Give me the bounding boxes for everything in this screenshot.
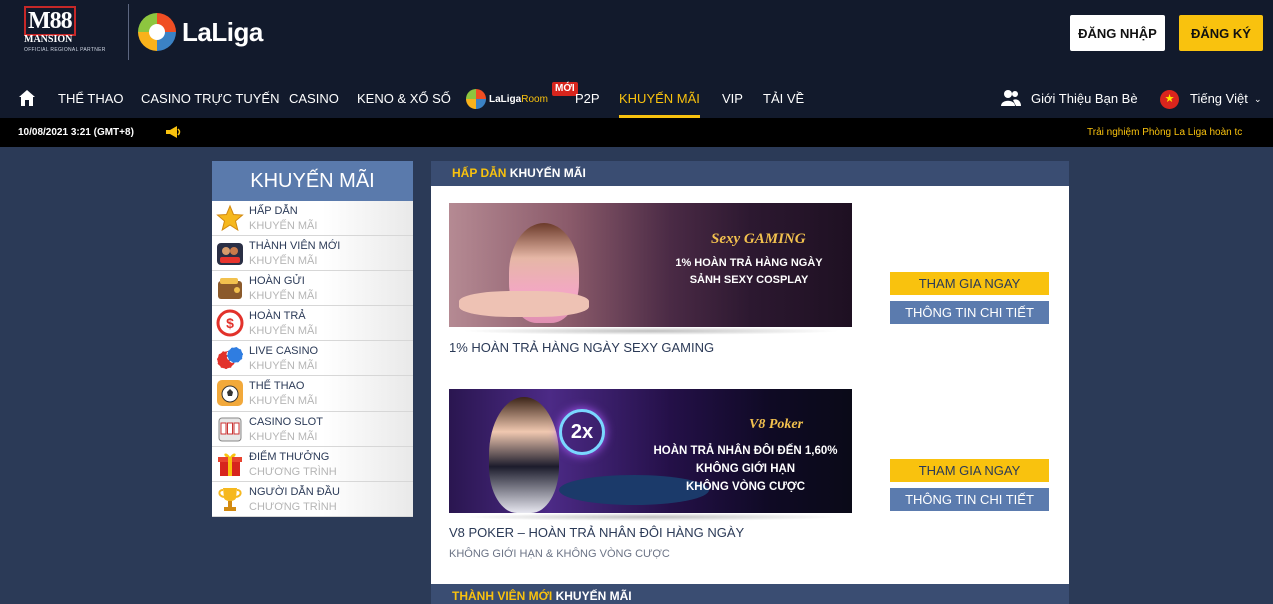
refer-friends-link[interactable]: Giới Thiệu Bạn Bè xyxy=(1031,80,1138,118)
sidebar-item-title: HOÀN GỬI xyxy=(249,275,305,288)
promo-title[interactable]: V8 POKER – HOÀN TRẢ NHÂN ĐÔI HÀNG NGÀY xyxy=(449,525,744,540)
nav-item-p2p[interactable]: P2P xyxy=(575,80,600,118)
sidebar-item-casino-slot[interactable]: CASINO SLOT KHUYẾN MÃI xyxy=(212,411,413,447)
home-icon[interactable] xyxy=(18,89,36,107)
promo-banner-sexy-gaming[interactable]: Sexy GAMING 1% HOÀN TRẢ HÀNG NGÀY SẢNH S… xyxy=(449,203,852,327)
m88-logo-mark: M88 xyxy=(24,6,114,36)
laliga-wordmark: LaLiga xyxy=(182,16,263,47)
more-info-button[interactable]: THÔNG TIN CHI TIẾT xyxy=(890,301,1049,324)
sidebar-item-subtitle: KHUYẾN MÃI xyxy=(249,325,318,338)
sidebar-item-title: ĐIỂM THƯỞNG xyxy=(249,450,330,463)
laliga-logo[interactable]: LaLiga xyxy=(138,12,263,52)
megaphone-icon xyxy=(166,126,181,138)
register-button[interactable]: ĐĂNG KÝ xyxy=(1179,15,1263,51)
join-now-button[interactable]: THAM GIA NGAY xyxy=(890,272,1049,295)
sidebar-item-featured[interactable]: HẤP DẪN KHUYẾN MÃI xyxy=(212,201,413,237)
current-datetime: 10/08/2021 3:21 (GMT+8) xyxy=(18,127,134,138)
banner-model-legs xyxy=(459,291,589,317)
sidebar-item-subtitle: CHƯƠNG TRÌNH xyxy=(249,500,337,513)
nav-item-sports[interactable]: THỂ THAO xyxy=(58,80,124,118)
banner-logo: V8 Poker xyxy=(749,417,804,432)
login-button[interactable]: ĐĂNG NHẬP xyxy=(1070,15,1165,51)
logo-divider xyxy=(128,4,129,60)
sidebar-item-subtitle: KHUYẾN MÃI xyxy=(249,395,318,408)
sidebar-item-title: CASINO SLOT xyxy=(249,415,323,428)
section-header-new-member: THÀNH VIÊN MỚI KHUYẾN MÃI xyxy=(431,584,1069,604)
gift-icon xyxy=(218,453,242,476)
official-partner-label: OFFICIAL REGIONAL PARTNER xyxy=(24,47,106,53)
banner-2x-badge: 2x xyxy=(559,409,605,455)
m88-logo-mansion: MANSION xyxy=(24,34,73,45)
chevron-down-icon[interactable]: ⌄ xyxy=(1254,80,1262,118)
sidebar-item-title: HẤP DẪN xyxy=(249,205,298,217)
sidebar-item-sports[interactable]: THỂ THAO KHUYẾN MÃI xyxy=(212,376,413,412)
sidebar-item-new-member[interactable]: THÀNH VIÊN MỚI KHUYẾN MÃI xyxy=(212,236,413,272)
announcement-marquee[interactable]: Trải nghiệm Phòng La Liga hoàn tc xyxy=(1087,118,1267,147)
star-icon xyxy=(216,204,244,232)
svg-text:$: $ xyxy=(226,315,234,331)
nav-item-casino[interactable]: CASINO xyxy=(289,80,339,118)
new-badge: MỚI xyxy=(552,82,578,96)
laliga-ball-icon xyxy=(138,13,176,51)
sidebar-item-title: NGƯỜI DẪN ĐẦU xyxy=(249,485,340,498)
top-header: M88 MANSION OFFICIAL REGIONAL PARTNER La… xyxy=(0,0,1273,80)
trophy-icon xyxy=(218,487,242,511)
sidebar-item-subtitle: KHUYẾN MÃI xyxy=(249,220,318,232)
nav-item-online-casino[interactable]: CASINO TRỰC TUYẾN xyxy=(141,80,279,118)
banner-model-figure xyxy=(489,397,559,513)
banner-line-3: KHÔNG VÒNG CƯỢC xyxy=(685,481,806,493)
banner-shadow xyxy=(461,513,841,521)
banner-line-1: 1% HOÀN TRẢ HÀNG NGÀY xyxy=(675,257,823,269)
sidebar-item-subtitle: CHƯƠNG TRÌNH xyxy=(249,465,337,478)
sports-icon xyxy=(217,380,243,407)
banner-line-2: SẢNH SEXY COSPLAY xyxy=(689,274,809,286)
announcement-bar: 10/08/2021 3:21 (GMT+8) Trải nghiệm Phòn… xyxy=(0,118,1273,147)
promo-subtitle: KHÔNG GIỚI HẠN & KHÔNG VÒNG CƯỢC xyxy=(449,548,670,560)
laliga-room-label: LaLigaRoom xyxy=(489,93,548,105)
sidebar-item-leaderboard[interactable]: NGƯỜI DẪN ĐẦU CHƯƠNG TRÌNH xyxy=(212,481,413,517)
nav-item-laliga-room[interactable]: LaLigaRoom xyxy=(466,88,548,110)
vietnam-flag-icon[interactable]: ★ xyxy=(1160,90,1179,109)
sidebar-item-live-casino[interactable]: LIVE CASINO KHUYẾN MÃI xyxy=(212,341,413,377)
sidebar-title: KHUYẾN MÃI xyxy=(212,161,413,201)
friends-icon[interactable] xyxy=(1001,89,1021,107)
nav-item-keno-lottery[interactable]: KENO & XỔ SỐ xyxy=(357,80,451,118)
sidebar-item-title: HOÀN TRẢ xyxy=(249,310,306,323)
m88-logo[interactable]: M88 MANSION OFFICIAL REGIONAL PARTNER xyxy=(24,6,114,56)
dollar-refund-icon: $ xyxy=(216,309,244,337)
sidebar-item-subtitle: KHUYẾN MÃI xyxy=(249,360,318,373)
chips-icon xyxy=(216,346,244,370)
banner-logo: Sexy GAMING xyxy=(711,231,806,247)
sidebar-item-subtitle: KHUYẾN MÃI xyxy=(249,290,318,303)
sidebar-item-title: THỂ THAO xyxy=(249,380,305,393)
promotion-list-panel: HẤP DẪN KHUYẾN MÃI Sexy GAMING 1% HOÀN T… xyxy=(431,161,1069,604)
language-selector[interactable]: Tiếng Việt xyxy=(1190,80,1248,118)
promotion-sidebar: KHUYẾN MÃI HẤP DẪN KHUYẾN MÃI THÀNH VIÊN… xyxy=(212,161,413,517)
sidebar-item-subtitle: KHUYẾN MÃI xyxy=(249,255,318,268)
slot-icon xyxy=(218,417,242,442)
sidebar-item-deposit-bonus[interactable]: HOÀN GỬI KHUYẾN MÃI xyxy=(212,271,413,307)
sidebar-item-rebate[interactable]: $ HOÀN TRẢ KHUYẾN MÃI xyxy=(212,306,413,342)
new-member-icon xyxy=(217,243,243,266)
promo-title[interactable]: 1% HOÀN TRẢ HÀNG NGÀY SEXY GAMING xyxy=(449,340,714,355)
section-header-featured: HẤP DẪN KHUYẾN MÃI xyxy=(431,161,1069,186)
main-nav: THỂ THAO CASINO TRỰC TUYẾN CASINO KENO &… xyxy=(0,80,1273,118)
banner-shadow xyxy=(461,327,841,335)
nav-item-vip[interactable]: VIP xyxy=(722,80,743,118)
banner-line-1: HOÀN TRẢ NHÂN ĐÔI ĐẾN 1,60% xyxy=(653,445,838,457)
wallet-icon xyxy=(218,278,242,300)
sidebar-item-reward-points[interactable]: ĐIỂM THƯỞNG CHƯƠNG TRÌNH xyxy=(212,446,413,482)
promo-banner-v8-poker[interactable]: 2x V8 Poker HOÀN TRẢ NHÂN ĐÔI ĐẾN 1,60% … xyxy=(449,389,852,513)
more-info-button[interactable]: THÔNG TIN CHI TIẾT xyxy=(890,488,1049,511)
sidebar-item-subtitle: KHUYẾN MÃI xyxy=(249,430,318,443)
join-now-button[interactable]: THAM GIA NGAY xyxy=(890,459,1049,482)
nav-item-promotions[interactable]: KHUYẾN MÃI xyxy=(619,80,700,118)
laliga-room-ball-icon xyxy=(466,89,486,109)
sidebar-item-title: THÀNH VIÊN MỚI xyxy=(249,240,341,253)
banner-line-2: KHÔNG GIỚI HẠN xyxy=(695,463,796,475)
sidebar-item-title: LIVE CASINO xyxy=(249,345,319,358)
nav-item-download[interactable]: TẢI VỀ xyxy=(763,80,804,118)
